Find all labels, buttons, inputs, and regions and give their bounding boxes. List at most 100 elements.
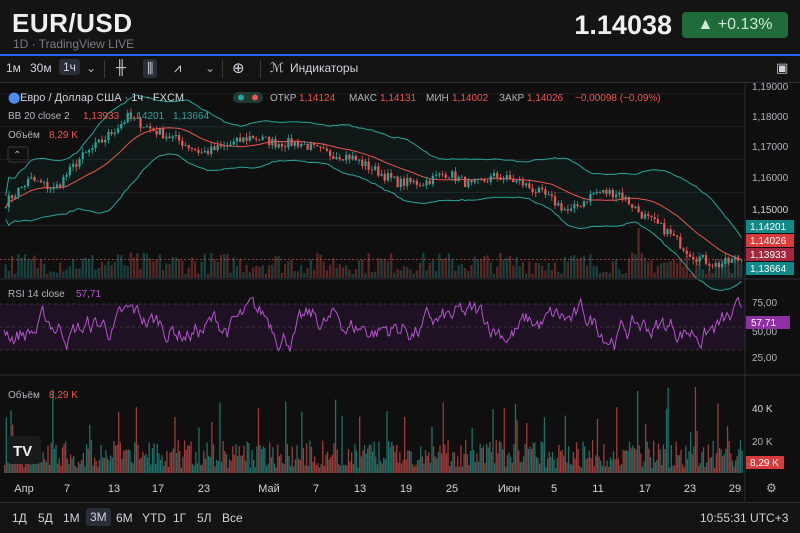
volume-bar xyxy=(213,259,216,278)
legend-low: 1,14002 xyxy=(452,93,489,104)
volume-bar xyxy=(535,457,538,473)
volume-bar xyxy=(270,457,272,473)
candle-body xyxy=(197,150,200,153)
volume-bar xyxy=(428,262,431,278)
volume-bar xyxy=(460,445,462,473)
candle-body xyxy=(470,180,473,183)
chevron-down-icon[interactable]: ⌄ xyxy=(205,61,215,75)
bb-basis-value: 1,13933 xyxy=(83,111,120,122)
candle-body xyxy=(676,235,679,237)
volume-bar xyxy=(194,261,197,278)
bar-style-icon[interactable]: ╫ xyxy=(116,59,126,75)
candle-body xyxy=(94,142,97,149)
range-6m[interactable]: 6М xyxy=(116,511,133,525)
volume-bar xyxy=(586,265,589,278)
volume-bar xyxy=(598,456,600,473)
camera-icon[interactable]: ▣ xyxy=(776,60,788,76)
candle-body xyxy=(431,175,435,185)
range-ytd[interactable]: YTD xyxy=(142,511,166,525)
volume-bar xyxy=(88,259,91,278)
volume-bar xyxy=(651,467,653,473)
range-5d[interactable]: 5Д xyxy=(38,511,53,525)
time-axis-label: 19 xyxy=(400,483,412,495)
candle-body xyxy=(39,180,43,183)
last-price-tag-text: 1,14026 xyxy=(750,236,787,247)
volume-bar xyxy=(74,465,76,473)
range-1m[interactable]: 1М xyxy=(63,511,80,525)
volume-bar xyxy=(163,466,165,473)
volume-bar xyxy=(524,443,526,473)
volume-bar xyxy=(333,443,335,473)
volume-bar xyxy=(184,273,187,278)
volume-bar xyxy=(363,444,366,473)
chart-area[interactable]: 1,19000 1,18000 1,17000 1,16000 1,15000 … xyxy=(0,83,800,502)
volume-bar xyxy=(451,258,454,278)
volume-bar xyxy=(582,441,584,473)
volume-bar xyxy=(155,259,158,278)
volume-bar xyxy=(138,459,141,473)
volume-bar xyxy=(236,455,239,473)
volume-bar xyxy=(646,441,648,473)
volume-bar xyxy=(386,411,388,473)
settings-gear-icon[interactable]: ⚙ xyxy=(766,481,777,495)
candle-body xyxy=(152,128,155,131)
volume-bar xyxy=(230,461,232,473)
candle-body xyxy=(428,180,431,185)
volume-bar xyxy=(730,273,733,278)
range-all[interactable]: Все xyxy=(222,511,243,525)
volume-bar xyxy=(297,458,300,473)
range-5y[interactable]: 5Л xyxy=(197,511,212,525)
volume-bar xyxy=(110,265,113,278)
volume-bar xyxy=(183,440,186,473)
volume-bar xyxy=(36,267,39,278)
clock[interactable]: 10:55:31 UTC+3 xyxy=(700,511,788,525)
volume-bar xyxy=(281,462,284,473)
time-axis-label: 11 xyxy=(592,483,603,495)
volume-bar xyxy=(662,444,664,473)
chevron-up-icon[interactable]: ⌃ xyxy=(13,150,21,161)
indicators-button[interactable]: Индикаторы xyxy=(290,61,358,75)
interval-1h[interactable]: 1ч xyxy=(59,59,80,75)
indicators-icon[interactable]: ℳ xyxy=(270,60,284,76)
chevron-down-icon[interactable]: ⌄ xyxy=(86,61,96,75)
symbol-header: EUR/USD 1D · TradingView LIVE 1.14038 ▲ … xyxy=(0,0,800,54)
volume-bar xyxy=(399,270,402,278)
add-compare-icon[interactable]: ⊕ xyxy=(232,59,245,77)
volume-bar xyxy=(636,391,639,473)
candle-body xyxy=(181,140,184,146)
rsi-legend-label: RSI 14 close xyxy=(8,289,65,300)
volume-bar xyxy=(431,426,433,473)
volume-bar xyxy=(661,464,663,473)
volume-bar xyxy=(199,465,202,473)
candle-body xyxy=(611,190,614,198)
volume-bar xyxy=(243,445,245,473)
candle-body xyxy=(200,152,203,154)
volume-bar xyxy=(423,463,425,473)
candle-body xyxy=(602,189,605,193)
volume-bar xyxy=(457,456,459,473)
volume-bar xyxy=(316,252,319,278)
volume-bar xyxy=(280,272,284,278)
range-1d[interactable]: 1Д xyxy=(12,511,27,525)
interval-30m[interactable]: 30м xyxy=(30,61,52,75)
tradingview-logo-icon[interactable]: TV xyxy=(13,443,32,460)
range-3m[interactable]: 3М xyxy=(86,508,111,526)
candle-body xyxy=(107,131,110,140)
volume-bar xyxy=(43,263,46,278)
volume-bar xyxy=(220,461,223,473)
area-chart-icon[interactable]: ⩘ xyxy=(174,60,181,76)
volume-bar xyxy=(447,440,449,473)
volume-bar xyxy=(473,450,475,473)
volume-bar xyxy=(445,453,448,473)
volume-bar xyxy=(595,265,598,278)
range-1y[interactable]: 1Г xyxy=(173,511,186,525)
chart-toolbar: 1м 30м 1ч ⌄ ╫ ⫼ ⩘ ⌄ ⊕ ℳ Индикаторы ▣ xyxy=(0,56,800,83)
interval-1m[interactable]: 1м xyxy=(6,61,21,75)
candle-body xyxy=(113,132,116,134)
candle-body xyxy=(399,178,402,188)
volume-bar xyxy=(159,459,162,473)
volume-bar xyxy=(158,452,160,473)
volume-bar xyxy=(39,259,43,278)
candles-icon[interactable]: ⫼ xyxy=(143,59,158,78)
market-status-badge xyxy=(233,92,263,103)
